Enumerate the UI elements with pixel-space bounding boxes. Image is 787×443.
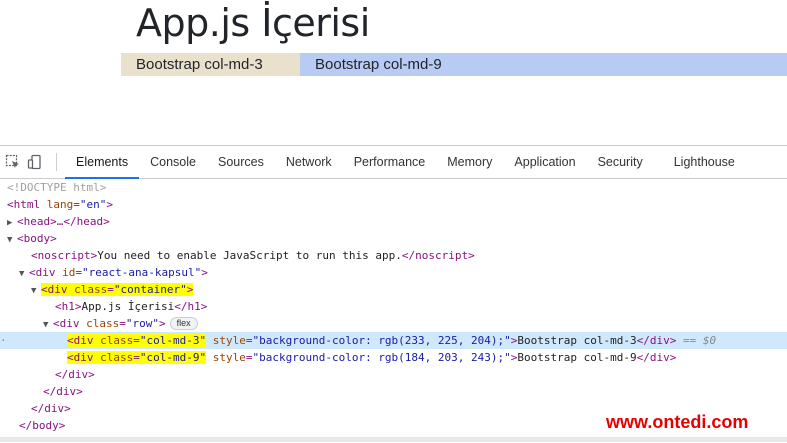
tab-performance[interactable]: Performance <box>343 146 437 178</box>
dom-node-root-div[interactable]: ▼ <div id="react-ana-kapsul"> <box>0 264 787 281</box>
device-toolbar-icon[interactable] <box>24 151 46 173</box>
dom-node-h1[interactable]: <h1>App.js İçerisi</h1> <box>0 298 787 315</box>
tab-console[interactable]: Console <box>139 146 207 178</box>
tab-lighthouse[interactable]: Lighthouse <box>654 146 746 178</box>
flex-badge[interactable]: flex <box>169 317 198 330</box>
devtools-toolbar: Elements Console Sources Network Perform… <box>0 146 787 179</box>
dom-close-container[interactable]: </div> <box>0 383 787 400</box>
highlight-container: <div class="container"> <box>41 283 194 296</box>
tab-network[interactable]: Network <box>275 146 343 178</box>
dom-node-head[interactable]: ▶ <head>…</head> <box>0 213 787 230</box>
dom-node-col-md-9[interactable]: <div class="col-md-9" style="background-… <box>0 349 787 366</box>
dom-node-row[interactable]: ▼ <div class="row"> flex <box>0 315 787 332</box>
page-title: App.js İçerisi <box>136 1 370 45</box>
bootstrap-row: Bootstrap col-md-3 Bootstrap col-md-9 <box>121 53 787 76</box>
devtools-toolbar-icons <box>0 146 56 178</box>
dom-close-row[interactable]: </div> <box>0 366 787 383</box>
dom-node-html[interactable]: <html lang="en"> <box>0 196 787 213</box>
tab-security[interactable]: Security <box>587 146 654 178</box>
col-md-3-box: Bootstrap col-md-3 <box>121 53 300 76</box>
tab-application[interactable]: Application <box>503 146 586 178</box>
selected-row-dots-icon: · <box>0 334 7 347</box>
watermark-text: www.ontedi.com <box>606 412 749 432</box>
dom-node-body[interactable]: ▼ <body> <box>0 230 787 247</box>
highlight-col-md-9: <div class="col-md-9" <box>67 351 207 364</box>
dom-node-container[interactable]: ▼ <div class="container"> <box>0 281 787 298</box>
tab-memory[interactable]: Memory <box>436 146 503 178</box>
devtools-panel: Elements Console Sources Network Perform… <box>0 145 787 443</box>
tab-elements[interactable]: Elements <box>65 146 140 179</box>
tab-sources[interactable]: Sources <box>207 146 275 178</box>
inspect-element-icon[interactable] <box>2 151 24 173</box>
doctype-text: <!DOCTYPE html> <box>7 181 107 194</box>
highlight-col-md-3: <div class="col-md-3" <box>67 334 207 347</box>
col-md-9-box: Bootstrap col-md-9 <box>300 53 787 76</box>
bottom-rule <box>0 437 787 442</box>
rendered-page: App.js İçerisi Bootstrap col-md-3 Bootst… <box>0 0 787 145</box>
dom-node-col-md-3[interactable]: · <div class="col-md-3" style="background… <box>0 332 787 349</box>
selected-node-marker: == $0 <box>682 334 717 347</box>
toolbar-separator <box>56 153 57 171</box>
dom-node-doctype[interactable]: <!DOCTYPE html> <box>0 179 787 196</box>
dom-node-noscript[interactable]: <noscript>You need to enable JavaScript … <box>0 247 787 264</box>
